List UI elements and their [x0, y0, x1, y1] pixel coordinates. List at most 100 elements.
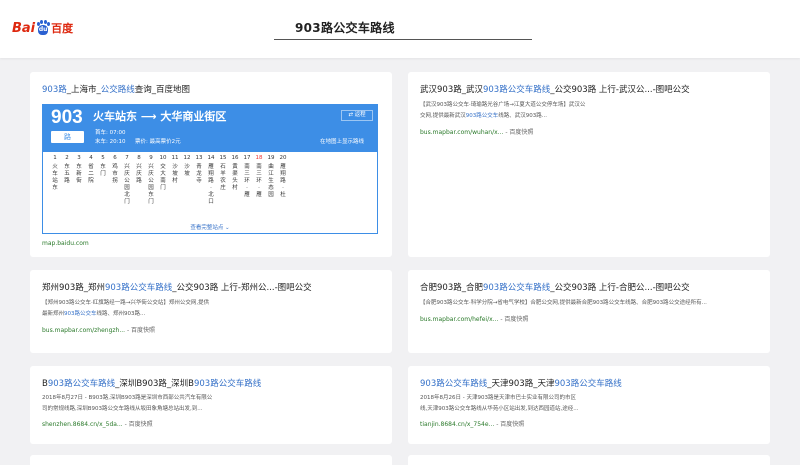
stop-number: 18 [255, 155, 263, 161]
bus-stop[interactable]: 20 雁翔路·杜 [277, 155, 289, 199]
bus-stop[interactable]: 12 沙坡 [181, 155, 193, 178]
search-input[interactable]: 903路公交车路线 [295, 19, 395, 36]
stop-name: 东新街 [76, 164, 82, 184]
bus-stop[interactable]: 1 火车站东 [49, 155, 61, 192]
stop-name: 雁翔路·杜 [280, 164, 286, 198]
stop-number: 6 [113, 155, 117, 161]
bus-stop[interactable]: 19 曲江生态园 [265, 155, 277, 199]
stop-number: 7 [125, 155, 129, 161]
bus-stop[interactable]: 17 南三环·雁 [241, 155, 253, 199]
paw-icon: du [36, 20, 51, 36]
result-title[interactable]: 合肥903路_合肥903路公交车路线_公交903路 上行-合肥公...-图吧公交 [420, 281, 690, 293]
title-highlight: 903路 [42, 85, 67, 95]
result-card: 合肥903路_合肥903路公交车路线_公交903路 上行-合肥公...-图吧公交… [408, 270, 770, 353]
result-title[interactable]: 903路公交车路线_天津903路_天津903路公交车路线 [420, 377, 622, 389]
title-text: _天津903路_天津 [487, 379, 555, 389]
snippet-highlight: 903路公交车 [64, 311, 97, 317]
stop-name: 火车站东 [52, 164, 58, 191]
bus-stop[interactable]: 7 兴庆公园北门 [121, 155, 133, 206]
baidu-logo[interactable]: Bai du 百度 [12, 17, 73, 39]
result-url[interactable]: bus.mapbar.com/zhengzh... - 百度快照 [42, 325, 155, 334]
stop-number: 17 [243, 155, 251, 161]
stop-list: 1 火车站东 2 东五路 3 东新街 4 省二院 5 东门 6 鸡市拐 7 兴庆公园北门 8 兴庆路 9 兴庆公园… [43, 153, 377, 213]
title-text: _公交903路 上行-郑州公...-图吧公交 [172, 283, 312, 293]
snippet-text: 最新郑州 [42, 311, 65, 317]
stop-name: 青龙寺 [196, 164, 202, 184]
stop-name: 东五路 [64, 164, 70, 184]
fare-info: 票价: 最高票价2元 [135, 139, 181, 145]
stop-name: 东门 [100, 164, 106, 177]
stop-number: 12 [183, 155, 191, 161]
first-bus-time: 首车: 07:00 [95, 130, 126, 136]
result-snippet: 2018年8月27日 - B903路,深圳B903路是深圳市西部公共汽车有限公 [42, 395, 213, 401]
bus-stop[interactable]: 15 石羊农庄 [217, 155, 229, 192]
cache-link[interactable]: - 百度快照 [505, 129, 533, 136]
top-bar: Bai du 百度 903路公交车路线 [0, 0, 800, 58]
bus-route-widget: 903 路 火车站东 ⟶ 大华商业街区 首车: 07:00 末车: 20:10 … [42, 104, 378, 234]
view-all-stops-link[interactable]: 查看完整站点 ⌄ [43, 223, 377, 231]
bus-stop[interactable]: 13 青龙寺 [193, 155, 205, 185]
result-snippet: 线,天津903路公交车路线从华苑小区站出发,到达西园道站,途经... [420, 406, 579, 412]
title-text: _深圳B903路_深圳B [115, 379, 194, 389]
stop-number: 2 [65, 155, 69, 161]
result-title[interactable]: 武汉903路_武汉903路公交车路线_公交903路 上行-武汉公...-图吧公交 [420, 83, 690, 95]
result-title[interactable]: 郑州903路_郑州903路公交车路线_公交903路 上行-郑州公...-图吧公交 [42, 281, 312, 293]
bus-stop[interactable]: 11 沙坡村 [169, 155, 181, 185]
result-card-partial [408, 455, 770, 465]
bus-stop[interactable]: 9 兴庆公园东门 [145, 155, 157, 206]
line-number: 903 [51, 107, 83, 128]
snippet-text: 线路、武汉903路... [498, 113, 547, 119]
search-underline [274, 39, 532, 40]
show-on-map-link[interactable]: 在地图上显示路线 [320, 137, 364, 145]
title-text: _上海市_ [66, 85, 101, 95]
bus-stop[interactable]: 6 鸡市拐 [109, 155, 121, 185]
url-text: bus.mapbar.com/hefei/x... [420, 316, 499, 323]
result-url[interactable]: tianjin.8684.cn/x_754e... - 百度快照 [420, 419, 524, 428]
title-highlight: 903路公交车路线 [193, 379, 262, 389]
bus-stop[interactable]: 18 南三环·雁 [253, 155, 265, 199]
route-header: 903 路 火车站东 ⟶ 大华商业街区 首车: 07:00 末车: 20:10 … [43, 105, 377, 152]
bus-stop[interactable]: 8 兴庆路 [133, 155, 145, 185]
result-url[interactable]: map.baidu.com [42, 240, 89, 247]
result-url[interactable]: shenzhen.8684.cn/x_5da... - 百度快照 [42, 419, 153, 428]
cache-link[interactable]: - 百度快照 [127, 327, 155, 334]
bus-stop[interactable]: 10 交大南门 [157, 155, 169, 192]
result-card: 903路公交车路线_天津903路_天津903路公交车路线 2018年8月26日 … [408, 366, 770, 444]
bus-stop[interactable]: 3 东新街 [73, 155, 85, 185]
logo-paw-text: du [38, 25, 49, 35]
result-snippet: 【郑州903路公交车·红旗路经一路→兴华街公交站】郑州公交网,提供 [42, 300, 210, 306]
stop-number: 4 [89, 155, 93, 161]
reverse-route-button[interactable]: ⇄ 返程 [341, 110, 373, 121]
url-text: bus.mapbar.com/wuhan/x... [420, 129, 504, 136]
result-snippet: 【武汉903路公交车·琦瑜路光谷广场→江夏大道公交停车场】武汉公 [420, 102, 586, 108]
cache-link[interactable]: - 百度快照 [125, 421, 153, 428]
result-url[interactable]: bus.mapbar.com/wuhan/x... - 百度快照 [420, 127, 533, 136]
cache-link[interactable]: - 百度快照 [496, 421, 524, 428]
result-card: 郑州903路_郑州903路公交车路线_公交903路 上行-郑州公...-图吧公交… [30, 270, 392, 353]
bus-stop[interactable]: 14 雁翔路·北口 [205, 155, 217, 206]
result-snippet: 交网,提供最新武汉903路公交车线路、武汉903路... [420, 111, 547, 122]
bus-stop[interactable]: 2 东五路 [61, 155, 73, 185]
bus-stop[interactable]: 16 黄渠头村 [229, 155, 241, 192]
result-url[interactable]: bus.mapbar.com/hefei/x... - 百度快照 [420, 314, 528, 323]
stop-number: 3 [77, 155, 81, 161]
result-card-partial [30, 455, 392, 465]
snippet-highlight: 903路公交车 [465, 113, 499, 119]
snippet-text: 交网,提供最新武汉 [420, 113, 466, 119]
result-title[interactable]: 903路_上海市_公交路线查询_百度地图 [42, 83, 190, 95]
title-text: 合肥903路_合肥 [420, 283, 483, 293]
stop-number: 14 [207, 155, 215, 161]
title-highlight: 903路公交车路线 [47, 379, 116, 389]
logo-bai-text: Bai [12, 20, 36, 36]
stop-name: 沙坡村 [172, 164, 178, 184]
stop-name: 省二院 [88, 164, 94, 184]
stop-number: 13 [195, 155, 203, 161]
route-label: 路 [51, 131, 84, 143]
bus-stop[interactable]: 4 省二院 [85, 155, 97, 185]
title-highlight: 903路公交车路线 [420, 379, 488, 389]
stop-name: 雁翔路·北口 [208, 164, 214, 205]
result-title[interactable]: B903路公交车路线_深圳B903路_深圳B903路公交车路线 [42, 377, 261, 389]
bus-stop[interactable]: 5 东门 [97, 155, 109, 178]
title-highlight: 903路公交车路线 [554, 379, 622, 389]
cache-link[interactable]: - 百度快照 [500, 316, 528, 323]
